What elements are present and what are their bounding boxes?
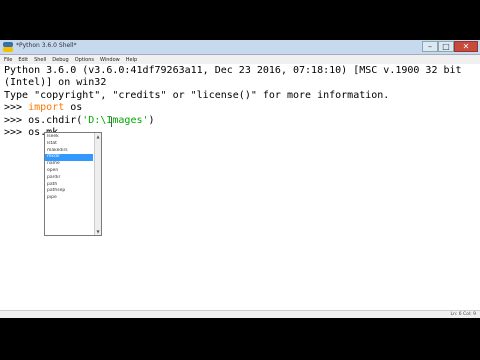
title-bar[interactable]: *Python 3.6.0 Shell* – □ ✕ [0, 40, 480, 55]
scroll-down-icon[interactable]: ▼ [95, 228, 101, 235]
autocomplete-item[interactable]: pardir [45, 175, 93, 182]
shell-line-import: >>> import os [4, 102, 476, 114]
autocomplete-item[interactable]: lseek [45, 134, 93, 141]
prompt: >>> [4, 102, 29, 114]
module-name: os [64, 102, 83, 114]
python-idle-icon [3, 42, 13, 52]
menu-debug[interactable]: Debug [52, 57, 68, 63]
menu-bar: File Edit Shell Debug Options Window Hel… [0, 55, 480, 64]
window-title: *Python 3.6.0 Shell* [16, 42, 77, 49]
autocomplete-item[interactable]: path [45, 182, 93, 189]
prompt: >>> [4, 114, 29, 126]
window-controls: – □ ✕ [422, 41, 478, 52]
autocomplete-item[interactable]: name [45, 161, 93, 168]
cursor-position: Ln: 6 Col: 9 [450, 312, 476, 317]
autocomplete-item[interactable]: pipe [45, 195, 93, 202]
shell-line-chdir: >>> os.chdir('D:\Images') [4, 115, 476, 127]
path-string: 'D:\Images' [82, 114, 149, 126]
banner-line: Type "copyright", "credits" or "license(… [4, 89, 390, 101]
text-cursor [111, 117, 112, 127]
autocomplete-popup[interactable]: lseek lstat makedirs mkdir name open pardir pat… [44, 132, 102, 236]
autocomplete-list[interactable]: lseek lstat makedirs mkdir name open pardir pat… [45, 134, 93, 202]
autocomplete-item[interactable]: pathsep [45, 188, 93, 195]
menu-file[interactable]: File [4, 57, 12, 63]
autocomplete-scrollbar[interactable]: ▲ ▼ [94, 133, 101, 235]
scroll-up-icon[interactable]: ▲ [95, 133, 101, 140]
prompt: >>> [4, 126, 29, 138]
menu-window[interactable]: Window [100, 57, 120, 63]
menu-shell[interactable]: Shell [34, 57, 46, 63]
banner-line: (Intel)] on win32 [4, 77, 107, 89]
banner-line: Python 3.6.0 (v3.6.0:41df79263a11, Dec 2… [4, 65, 462, 76]
autocomplete-item[interactable]: mkdir [45, 154, 93, 162]
menu-edit[interactable]: Edit [18, 57, 28, 63]
status-bar: Ln: 6 Col: 9 [0, 310, 480, 318]
idle-shell-window: *Python 3.6.0 Shell* – □ ✕ File Edit She… [0, 40, 480, 318]
call-close: ) [148, 114, 155, 126]
menu-options[interactable]: Options [75, 57, 94, 63]
autocomplete-item[interactable]: open [45, 168, 93, 175]
autocomplete-item[interactable]: lstat [45, 141, 93, 148]
autocomplete-item[interactable]: makedirs [45, 148, 93, 155]
menu-help[interactable]: Help [126, 57, 137, 63]
call-text: os.chdir( [28, 114, 83, 126]
maximize-button[interactable]: □ [438, 41, 454, 52]
keyword-import: import [28, 102, 65, 114]
minimize-button[interactable]: – [422, 41, 438, 52]
close-button[interactable]: ✕ [454, 41, 478, 52]
